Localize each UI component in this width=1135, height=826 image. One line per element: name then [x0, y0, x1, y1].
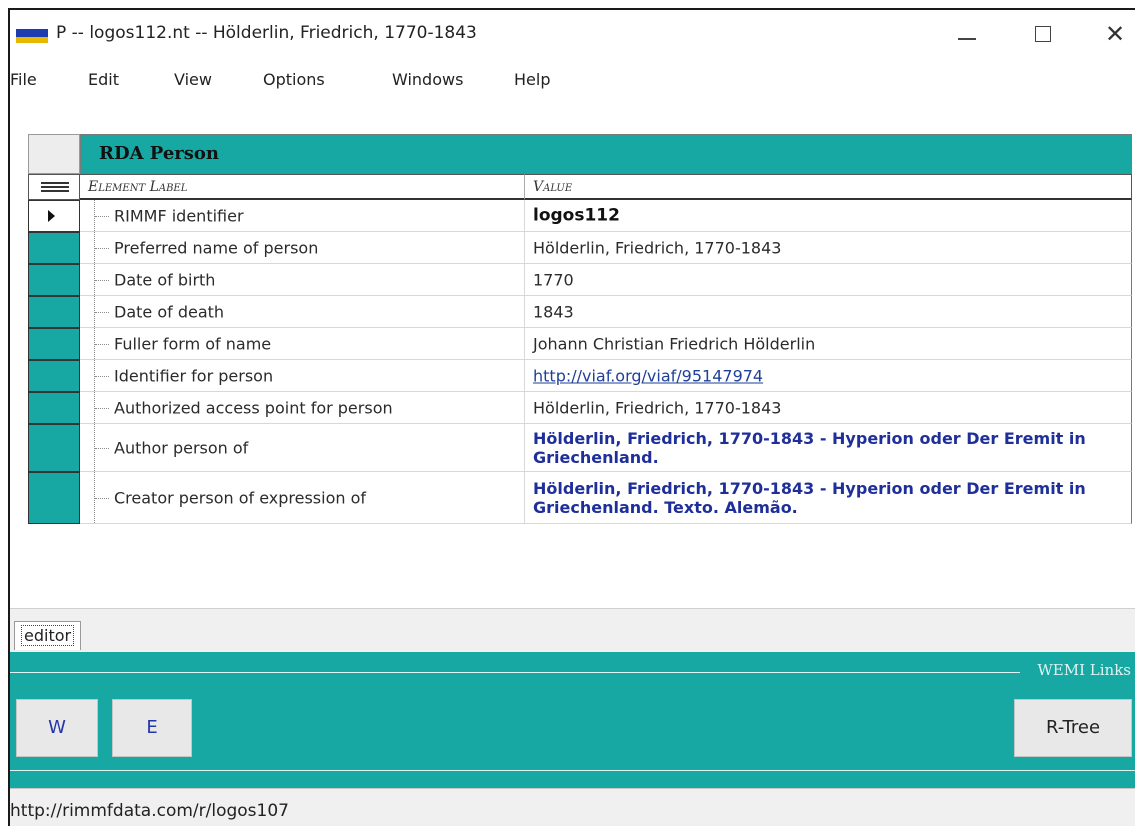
element-label-cell[interactable]: Date of birth	[80, 264, 525, 296]
app-icon[interactable]	[16, 29, 48, 43]
row-selector[interactable]	[28, 296, 80, 328]
element-value: Hölderlin, Friedrich, 1770-1843	[533, 398, 782, 417]
element-value: 1843	[533, 302, 574, 321]
table-row[interactable]: Preferred name of person Hölderlin, Fried…	[28, 232, 1132, 264]
table-row[interactable]: RIMMF identifier logos112	[28, 200, 1132, 232]
minimize-button[interactable]	[944, 16, 990, 52]
menu-view[interactable]: View	[174, 70, 212, 89]
table-row[interactable]: Creator person of expression of Hölderlin…	[28, 472, 1132, 524]
wemi-links-panel: WEMI Links W E R-Tree	[10, 652, 1135, 788]
triangle-right-icon	[48, 210, 55, 222]
tab-strip: editor	[10, 608, 1135, 653]
status-bar: http://rimmfdata.com/r/logos107	[10, 788, 1135, 826]
grid-title: RDA Person	[99, 143, 220, 164]
grid-header: RDA Person	[28, 134, 1132, 174]
tab-editor-label: editor	[21, 625, 75, 646]
table-row[interactable]: Author person of Hölderlin, Friedrich, 17…	[28, 424, 1132, 472]
element-label-cell[interactable]: Authorized access point for person	[80, 392, 525, 424]
value-cell[interactable]: Hölderlin, Friedrich, 1770-1843	[525, 232, 1132, 264]
work-button[interactable]: W	[16, 699, 98, 757]
element-value: logos112	[533, 205, 620, 225]
close-button[interactable]: ✕	[1092, 16, 1135, 52]
element-value: Johann Christian Friedrich Hölderlin	[533, 334, 816, 353]
element-value: 1770	[533, 270, 574, 289]
minimize-icon	[958, 38, 976, 40]
table-row[interactable]: Date of death 1843	[28, 296, 1132, 328]
element-label: Fuller form of name	[114, 334, 272, 353]
element-value[interactable]: Hölderlin, Friedrich, 1770-1843 - Hyperi…	[533, 479, 1125, 517]
element-label-cell[interactable]: Creator person of expression of	[80, 472, 525, 524]
column-header-value[interactable]: Value	[525, 174, 1132, 200]
row-selector[interactable]	[28, 360, 80, 392]
element-label-cell[interactable]: Date of death	[80, 296, 525, 328]
row-selector[interactable]	[28, 328, 80, 360]
element-label: Identifier for person	[114, 366, 274, 385]
element-value: Hölderlin, Friedrich, 1770-1843	[533, 238, 782, 257]
value-cell[interactable]: 1843	[525, 296, 1132, 328]
row-selector[interactable]	[28, 424, 80, 472]
title-bar[interactable]: P -- logos112.nt -- Hölderlin, Friedrich…	[10, 10, 1135, 58]
r-tree-button[interactable]: R-Tree	[1014, 699, 1132, 757]
value-cell[interactable]: Hölderlin, Friedrich, 1770-1843 - Hyperi…	[525, 472, 1132, 524]
menu-help[interactable]: Help	[514, 70, 550, 89]
window-title: P -- logos112.nt -- Hölderlin, Friedrich…	[56, 23, 477, 43]
maximize-button[interactable]	[1020, 16, 1066, 52]
element-value[interactable]: Hölderlin, Friedrich, 1770-1843 - Hyperi…	[533, 429, 1125, 467]
row-selector[interactable]	[28, 264, 80, 296]
row-selector[interactable]	[28, 232, 80, 264]
element-label-cell[interactable]: RIMMF identifier	[80, 200, 525, 232]
value-cell[interactable]: Hölderlin, Friedrich, 1770-1843	[525, 392, 1132, 424]
element-label: Date of death	[114, 302, 225, 321]
row-selector[interactable]	[28, 472, 80, 524]
element-label: Authorized access point for person	[114, 398, 393, 417]
element-label-cell[interactable]: Identifier for person	[80, 360, 525, 392]
tab-editor[interactable]: editor	[14, 621, 82, 650]
value-link[interactable]: http://viaf.org/viaf/95147974	[533, 366, 1125, 385]
row-selector[interactable]	[28, 392, 80, 424]
value-cell[interactable]: logos112	[525, 200, 1132, 232]
close-icon: ✕	[1104, 20, 1126, 48]
element-label: RIMMF identifier	[114, 206, 244, 225]
value-cell[interactable]: Johann Christian Friedrich Hölderlin	[525, 328, 1132, 360]
wemi-divider	[10, 672, 1020, 673]
expression-button[interactable]: E	[112, 699, 192, 757]
table-row[interactable]: Fuller form of name Johann Christian Frie…	[28, 328, 1132, 360]
column-header-row: Element Label Value	[28, 174, 1132, 200]
value-cell[interactable]: 1770	[525, 264, 1132, 296]
menu-windows[interactable]: Windows	[392, 70, 463, 89]
table-row[interactable]: Authorized access point for person Hölder…	[28, 392, 1132, 424]
maximize-icon	[1035, 26, 1051, 42]
menu-bar: File Edit View Options Windows Help	[10, 62, 1135, 100]
grid-corner-cell[interactable]	[28, 134, 80, 174]
element-label: Preferred name of person	[114, 238, 319, 257]
value-cell[interactable]: http://viaf.org/viaf/95147974	[525, 360, 1132, 392]
editor-panel: RDA Person Element Label Value RIMMF ide…	[10, 110, 1135, 608]
grid-title-cell: RDA Person	[80, 134, 1132, 174]
grid-lines-icon[interactable]	[28, 174, 80, 200]
row-selector[interactable]	[28, 200, 80, 232]
element-label: Date of birth	[114, 270, 216, 289]
element-label: Author person of	[114, 438, 249, 457]
element-label-cell[interactable]: Fuller form of name	[80, 328, 525, 360]
element-label-cell[interactable]: Preferred name of person	[80, 232, 525, 264]
table-row[interactable]: Identifier for person http://viaf.org/via…	[28, 360, 1132, 392]
element-label: Creator person of expression of	[114, 488, 367, 507]
wemi-links-label: WEMI Links	[1037, 661, 1131, 679]
column-header-element-label[interactable]: Element Label	[80, 174, 525, 200]
app-window: P -- logos112.nt -- Hölderlin, Friedrich…	[8, 8, 1135, 826]
menu-file[interactable]: File	[10, 70, 37, 89]
element-label-cell[interactable]: Author person of	[80, 424, 525, 472]
menu-options[interactable]: Options	[263, 70, 325, 89]
menu-edit[interactable]: Edit	[88, 70, 119, 89]
wemi-bottom-divider	[10, 770, 1135, 771]
table-row[interactable]: Date of birth 1770	[28, 264, 1132, 296]
status-url: http://rimmfdata.com/r/logos107	[10, 801, 289, 821]
value-cell[interactable]: Hölderlin, Friedrich, 1770-1843 - Hyperi…	[525, 424, 1132, 472]
